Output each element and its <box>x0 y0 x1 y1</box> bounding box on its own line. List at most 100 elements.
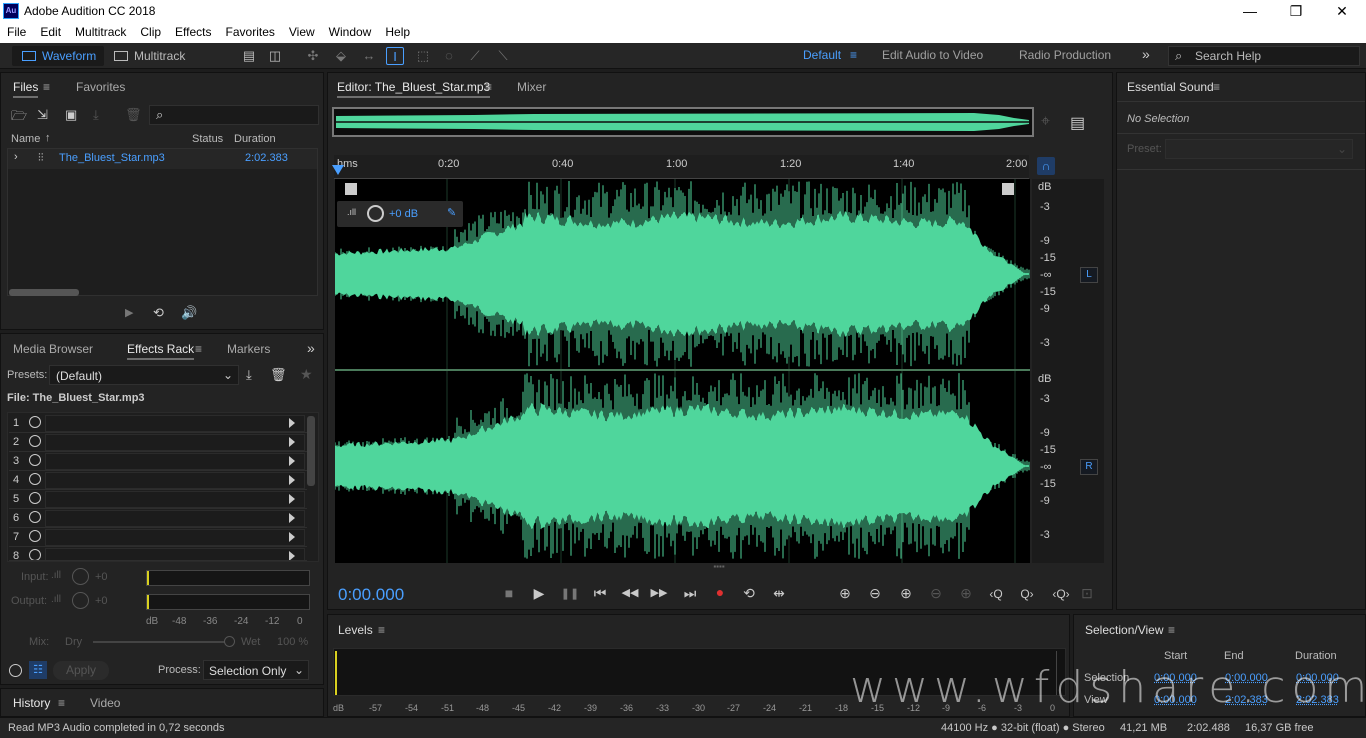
tab-markers[interactable]: Markers <box>227 342 270 356</box>
arrow-right-icon[interactable] <box>289 551 295 561</box>
effect-slot[interactable]: 1 <box>9 414 307 433</box>
save-preset-icon[interactable]: ⤓ <box>246 367 252 383</box>
spectral-frequency-icon[interactable]: ▤ <box>240 47 258 65</box>
favorite-star-icon[interactable]: ★ <box>300 366 313 383</box>
power-icon[interactable] <box>29 454 41 466</box>
effect-slot[interactable]: 5 <box>9 490 307 509</box>
skip-back-button[interactable]: ⏮ <box>589 585 611 602</box>
stop-button[interactable]: ■ <box>498 585 520 601</box>
editor-options-icon[interactable]: ▤ <box>1070 113 1085 133</box>
menu-help[interactable]: Help <box>378 23 417 43</box>
waveform-mode-button[interactable]: Waveform <box>12 46 104 66</box>
pause-button[interactable]: ❚❚ <box>559 587 581 600</box>
fade-in-handle[interactable] <box>345 183 357 195</box>
hud-gain-control[interactable]: .ıll +0 dB ✎ <box>337 201 463 227</box>
loop-preview-icon[interactable]: ⟲ <box>153 305 164 321</box>
arrow-right-icon[interactable] <box>289 475 295 485</box>
zoom-in-amplitude-icon[interactable]: ⊕ <box>834 585 856 602</box>
healing-tool-icon[interactable]: ⟍ <box>494 47 512 65</box>
close-button[interactable]: ✕ <box>1319 0 1365 23</box>
mix-slider[interactable] <box>93 641 233 643</box>
arrow-right-icon[interactable] <box>289 456 295 466</box>
power-icon[interactable] <box>29 416 41 428</box>
tab-effects-rack[interactable]: Effects Rack <box>127 342 194 360</box>
more-workspaces-button[interactable]: » <box>1142 46 1150 62</box>
menu-favorites[interactable]: Favorites <box>219 23 282 43</box>
zoom-to-selection-icon[interactable]: ‹Q› <box>1046 587 1076 601</box>
power-icon[interactable] <box>29 492 41 504</box>
effect-slot[interactable]: 8 <box>9 547 307 561</box>
time-selection-tool-icon[interactable]: I <box>386 47 404 65</box>
overview-waveform[interactable] <box>332 107 1034 137</box>
brush-tool-icon[interactable]: ⟋ <box>466 47 484 65</box>
skip-forward-button[interactable]: ⏭ <box>679 585 701 602</box>
play-preview-icon[interactable]: ▶ <box>125 306 133 319</box>
zoom-out-amplitude-icon[interactable]: ⊖ <box>864 585 886 602</box>
workspace-menu-icon[interactable]: ≡ <box>850 48 857 62</box>
input-knob[interactable] <box>72 568 89 585</box>
current-time[interactable]: 0:00.000 <box>338 585 404 605</box>
zoom-out-full-icon[interactable]: ⊕ <box>955 585 977 602</box>
tab-files[interactable]: Files <box>13 80 38 98</box>
play-button[interactable]: ▶ <box>528 585 550 602</box>
insert-icon[interactable]: ⤓ <box>93 107 99 123</box>
tab-history[interactable]: History <box>13 696 50 712</box>
power-icon[interactable] <box>29 530 41 542</box>
timeline-ruler[interactable]: hms 0:20 0:40 1:00 1:20 1:40 2:00 <box>334 155 1029 179</box>
files-panel-menu-icon[interactable]: ≡ <box>43 80 50 94</box>
zoom-in-time-icon[interactable]: ⊕ <box>895 585 917 602</box>
waveform-display[interactable]: .ıll +0 dB ✎ <box>335 179 1030 563</box>
editor-menu-icon[interactable]: ≡ <box>485 80 492 94</box>
mix-slider-handle[interactable] <box>224 636 235 647</box>
autoplay-speaker-icon[interactable]: 🔊 <box>181 305 197 321</box>
menu-file[interactable]: File <box>0 23 33 43</box>
list-item[interactable]: › ⫶⫶ The_Bluest_Star.mp3 2:02.383 <box>8 149 317 169</box>
arrow-right-icon[interactable] <box>289 532 295 542</box>
rewind-button[interactable]: ◀◀ <box>619 586 641 599</box>
channel-right-toggle[interactable]: R <box>1080 459 1098 475</box>
history-menu-icon[interactable]: ≡ <box>58 696 65 710</box>
trash-icon[interactable]: 🗑 <box>125 107 142 123</box>
skip-selection-button[interactable]: ⇹ <box>768 585 790 602</box>
rack-power-icon[interactable] <box>9 664 22 677</box>
menu-window[interactable]: Window <box>322 23 379 43</box>
razor-tool-icon[interactable]: ⬙ <box>332 47 350 65</box>
arrow-right-icon[interactable] <box>289 437 295 447</box>
snap-magnet-icon[interactable]: ∩ <box>1037 157 1055 175</box>
menu-view[interactable]: View <box>282 23 322 43</box>
power-icon[interactable] <box>29 473 41 485</box>
search-help-input[interactable]: ⌕ Search Help <box>1168 46 1360 66</box>
apply-button[interactable]: Apply <box>53 661 109 680</box>
workspace-default[interactable]: Default <box>803 48 841 62</box>
tab-mixer[interactable]: Mixer <box>517 80 546 94</box>
arrow-right-icon[interactable] <box>289 418 295 428</box>
selection-view-menu-icon[interactable]: ≡ <box>1168 623 1175 637</box>
files-search-input[interactable]: ⌕ <box>149 105 319 125</box>
arrow-right-icon[interactable] <box>289 494 295 504</box>
process-dropdown[interactable]: Selection Only ⌄ <box>203 660 309 680</box>
spectral-pitch-icon[interactable]: ◫ <box>266 47 284 65</box>
maximize-button[interactable]: ❐ <box>1273 0 1319 23</box>
files-scrollbar[interactable] <box>9 289 79 296</box>
lasso-tool-icon[interactable]: ◌ <box>440 47 458 65</box>
zoom-out-point-icon[interactable]: Q› <box>1016 587 1038 601</box>
effect-slot[interactable]: 3 <box>9 452 307 471</box>
zoom-selected-tracks-icon[interactable]: ⊡ <box>1076 585 1098 602</box>
presets-dropdown[interactable]: (Default) ⌄ <box>49 365 239 385</box>
selection-view-title[interactable]: Selection/View <box>1085 623 1164 637</box>
output-knob[interactable] <box>72 592 89 609</box>
power-icon[interactable] <box>29 549 41 561</box>
open-file-icon[interactable]: 🗁 <box>11 107 27 129</box>
effect-slot[interactable]: 6 <box>9 509 307 528</box>
menu-multitrack[interactable]: Multitrack <box>68 23 133 43</box>
power-icon[interactable] <box>29 511 41 523</box>
move-tool-icon[interactable]: ✣ <box>304 47 322 65</box>
essential-sound-menu-icon[interactable]: ≡ <box>1213 80 1220 94</box>
delete-preset-icon[interactable]: 🗑 <box>270 367 287 383</box>
zoom-in-point-icon[interactable]: ‹Q <box>985 587 1007 601</box>
resize-grip-icon[interactable]: ▪▪▪▪ <box>704 564 734 570</box>
power-icon[interactable] <box>29 435 41 447</box>
effect-slot[interactable]: 2 <box>9 433 307 452</box>
workspace-radio-production[interactable]: Radio Production <box>1019 48 1111 62</box>
levels-menu-icon[interactable]: ≡ <box>378 623 385 637</box>
